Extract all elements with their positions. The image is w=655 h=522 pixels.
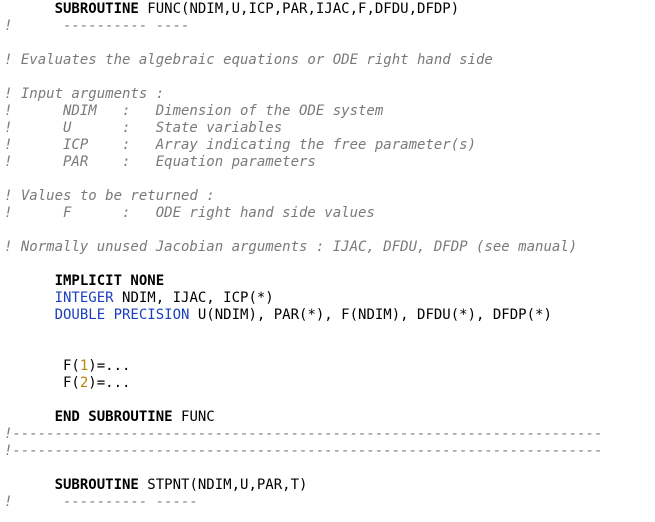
code-line: !---------------------------------------… xyxy=(4,426,602,443)
comment-token: ! ---------- ----- xyxy=(4,494,198,510)
code-line: F(1)=... xyxy=(4,358,602,375)
code-line: !---------------------------------------… xyxy=(4,443,602,460)
keyword-token: SUBROUTINE xyxy=(54,1,139,17)
comment-token: ! F : ODE right hand side values xyxy=(4,205,375,221)
code-line: SUBROUTINE FUNC(NDIM,U,ICP,PAR,IJAC,F,DF… xyxy=(4,1,602,18)
comment-token: ! Input arguments : xyxy=(4,86,165,102)
code-token: F( xyxy=(4,358,80,374)
keyword-token: END SUBROUTINE xyxy=(54,409,173,425)
code-editor[interactable]: SUBROUTINE FUNC(NDIM,U,ICP,PAR,IJAC,F,DF… xyxy=(4,1,602,511)
code-line: INTEGER NDIM, IJAC, ICP(*) xyxy=(4,290,602,307)
code-line: END SUBROUTINE FUNC xyxy=(4,409,602,426)
code-token: FUNC(NDIM,U,ICP,PAR,IJAC,F,DFDU,DFDP) xyxy=(138,1,460,17)
code-line: DOUBLE PRECISION U(NDIM), PAR(*), F(NDIM… xyxy=(4,307,602,324)
code-token: STPNT(NDIM,U,PAR,T) xyxy=(138,477,308,493)
code-line: IMPLICIT NONE xyxy=(4,273,602,290)
comment-token: ! ---------- ---- xyxy=(4,18,190,34)
code-line: ! ICP : Array indicating the free parame… xyxy=(4,137,602,154)
comment-token: ! NDIM : Dimension of the ODE system xyxy=(4,103,384,119)
code-line: ! Values to be returned : xyxy=(4,188,602,205)
code-line: ! Input arguments : xyxy=(4,86,602,103)
keyword-token: SUBROUTINE xyxy=(54,477,139,493)
code-line: ! ---------- ---- xyxy=(4,18,602,35)
code-token: )=... xyxy=(88,358,131,374)
keyword-token: IMPLICIT NONE xyxy=(54,273,165,289)
code-line: ! Normally unused Jacobian arguments : I… xyxy=(4,239,602,256)
comment-token: ! Normally unused Jacobian arguments : I… xyxy=(4,239,578,255)
comment-token: ! U : State variables xyxy=(4,120,283,136)
code-token: U(NDIM), PAR(*), F(NDIM), DFDU(*), DFDP(… xyxy=(189,307,552,323)
comment-token: ! PAR : Equation parameters xyxy=(4,154,316,170)
code-line: ! ---------- ----- xyxy=(4,494,602,511)
comment-token: !---------------------------------------… xyxy=(4,426,603,442)
type-token: DOUBLE PRECISION xyxy=(54,307,190,323)
code-token: F( xyxy=(4,375,80,391)
code-line: ! PAR : Equation parameters xyxy=(4,154,602,171)
type-token: INTEGER xyxy=(54,290,114,306)
comment-token: ! Evaluates the algebraic equations or O… xyxy=(4,52,493,68)
code-line: ! U : State variables xyxy=(4,120,602,137)
code-token: FUNC xyxy=(172,409,215,425)
code-line: ! NDIM : Dimension of the ODE system xyxy=(4,103,602,120)
comment-token: !---------------------------------------… xyxy=(4,443,603,459)
code-line: ! F : ODE right hand side values xyxy=(4,205,602,222)
code-line: SUBROUTINE STPNT(NDIM,U,PAR,T) xyxy=(4,477,602,494)
code-line: F(2)=... xyxy=(4,375,602,392)
comment-token: ! ICP : Array indicating the free parame… xyxy=(4,137,477,153)
code-token: NDIM, IJAC, ICP(*) xyxy=(113,290,274,306)
comment-token: ! Values to be returned : xyxy=(4,188,215,204)
code-token: )=... xyxy=(88,375,131,391)
code-line: ! Evaluates the algebraic equations or O… xyxy=(4,52,602,69)
